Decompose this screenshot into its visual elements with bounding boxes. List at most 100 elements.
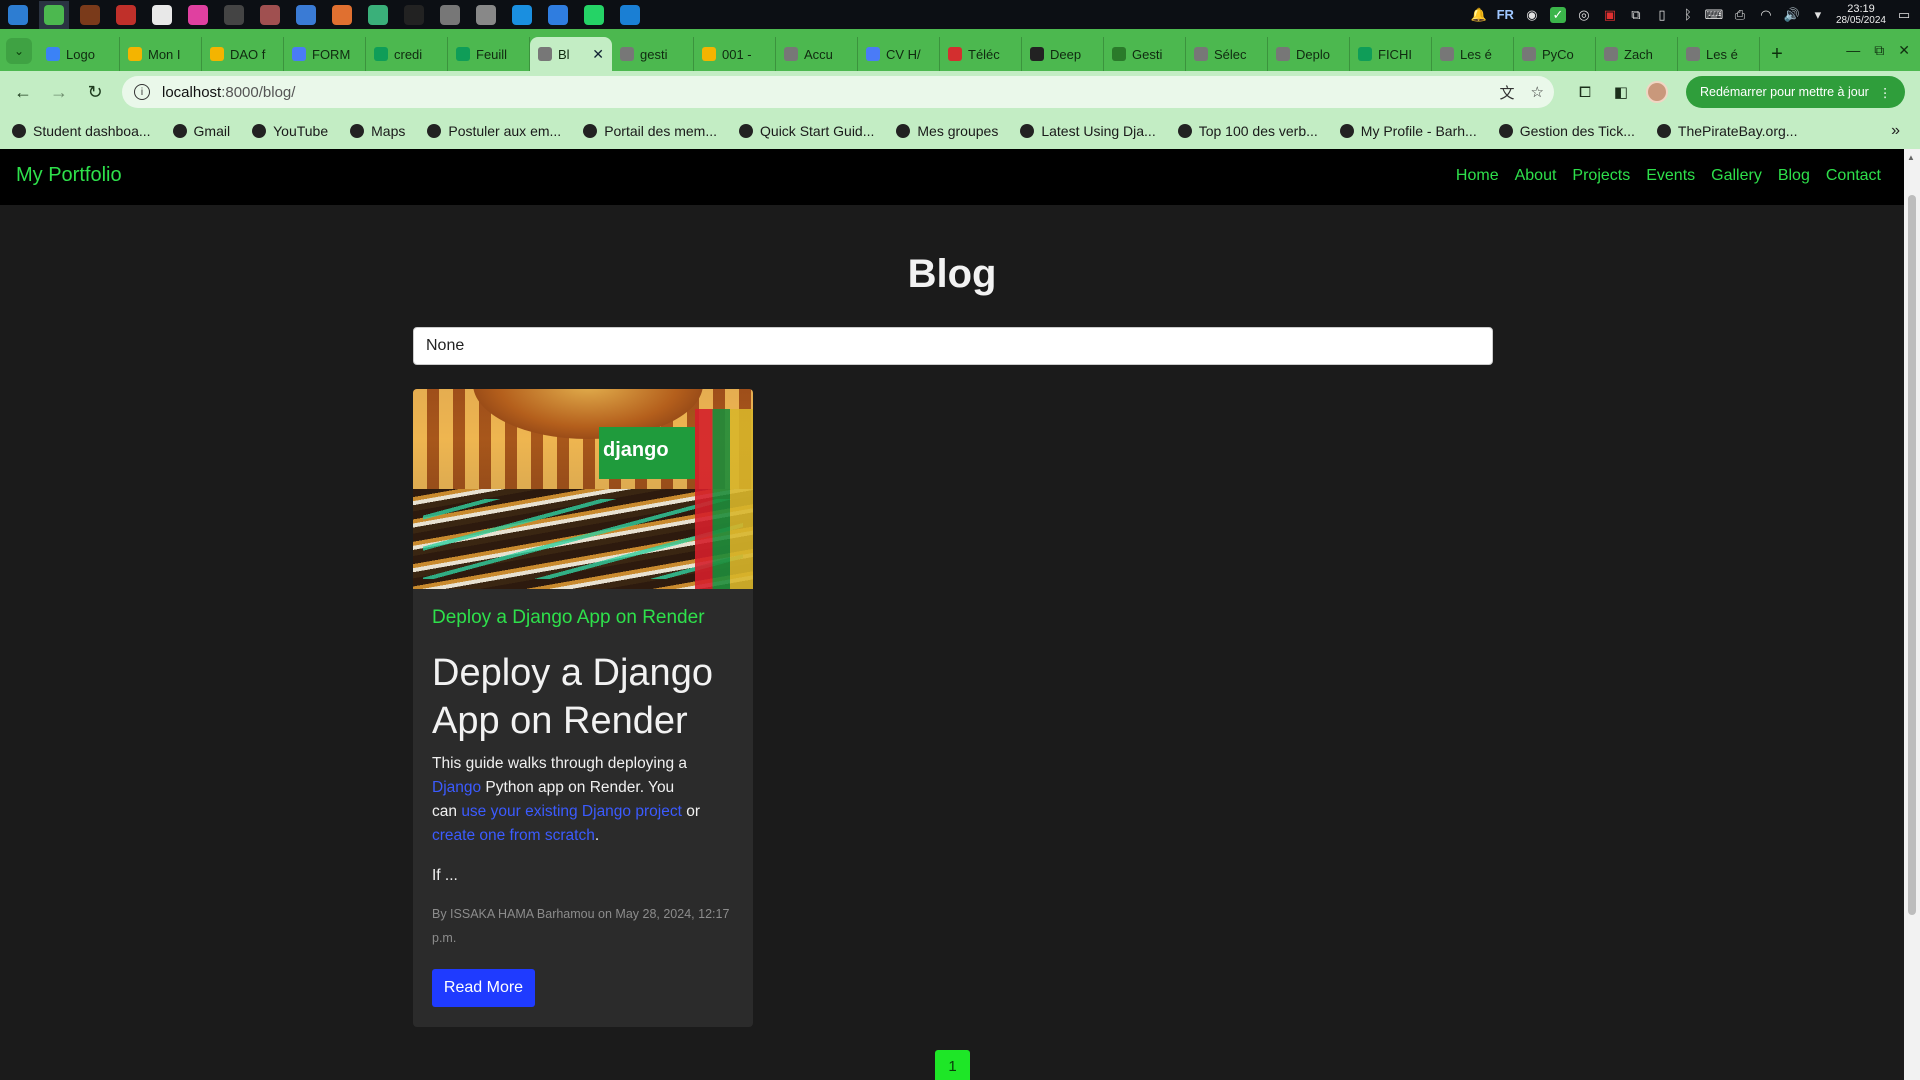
nav-link-home[interactable]: Home	[1456, 167, 1499, 185]
bookmark-item[interactable]: Gestion des Tick...	[1498, 123, 1635, 139]
check-tray-icon[interactable]: ✓	[1549, 6, 1566, 23]
address-bar[interactable]: i localhost:8000/blog/ ⽂ ☆	[122, 76, 1554, 108]
bookmark-item[interactable]: ThePirateBay.org...	[1656, 123, 1797, 139]
read-more-button[interactable]: Read More	[432, 969, 535, 1007]
bookmark-item[interactable]: Student dashboa...	[12, 123, 151, 139]
taskbar-app[interactable]	[615, 1, 645, 29]
reload-button[interactable]: ↻	[78, 75, 112, 109]
bookmark-item[interactable]: Maps	[350, 123, 405, 139]
nav-link-events[interactable]: Events	[1646, 167, 1695, 185]
taskbar-app[interactable]	[507, 1, 537, 29]
taskbar-app[interactable]	[75, 1, 105, 29]
update-button[interactable]: Redémarrer pour mettre à jour ⋮	[1686, 76, 1906, 108]
forward-button[interactable]: →	[42, 75, 76, 109]
bookmark-item[interactable]: Quick Start Guid...	[739, 123, 874, 139]
translate-icon[interactable]: ⽂	[1500, 82, 1515, 103]
browser-tab[interactable]: Deplo	[1268, 37, 1350, 71]
taskbar-app[interactable]	[39, 0, 69, 29]
app-tray-icon[interactable]: ◎	[1576, 7, 1592, 23]
scroll-up-icon[interactable]: ▲	[1907, 153, 1915, 162]
taskbar-app[interactable]	[327, 1, 357, 29]
new-tab-button[interactable]: +	[1760, 37, 1794, 71]
taskbar-app[interactable]	[435, 1, 465, 29]
browser-tab[interactable]: Téléc	[940, 37, 1022, 71]
bookmark-item[interactable]: YouTube	[252, 123, 328, 139]
keyboard-language[interactable]: FR	[1497, 7, 1514, 22]
site-brand[interactable]: My Portfolio	[16, 164, 122, 187]
browser-tab[interactable]: Sélec	[1186, 37, 1268, 71]
browser-tab[interactable]: Bl ✕	[530, 37, 612, 71]
create-from-scratch-link[interactable]: create one from scratch	[432, 827, 595, 844]
bookmark-star-icon[interactable]: ☆	[1531, 83, 1544, 101]
back-button[interactable]: ←	[6, 75, 40, 109]
nav-link-projects[interactable]: Projects	[1572, 167, 1630, 185]
taskbar-app[interactable]	[363, 1, 393, 29]
post-subtitle[interactable]: Deploy a Django App on Render	[432, 607, 705, 629]
chevron-down-icon[interactable]: ▾	[1810, 7, 1826, 23]
bookmark-item[interactable]: My Profile - Barh...	[1339, 123, 1477, 139]
close-tab-icon[interactable]: ✕	[592, 46, 604, 63]
printer-icon[interactable]: ⎙	[1732, 7, 1748, 23]
bookmark-item[interactable]: Top 100 des verb...	[1177, 123, 1318, 139]
profile-avatar[interactable]	[1646, 81, 1668, 103]
browser-tab[interactable]: FICHI	[1350, 37, 1432, 71]
django-link[interactable]: Django	[432, 779, 481, 796]
bookmark-item[interactable]: Latest Using Dja...	[1020, 123, 1156, 139]
bookmark-item[interactable]: Portail des mem...	[583, 123, 717, 139]
taskbar-app[interactable]	[291, 1, 321, 29]
taskbar-app[interactable]	[471, 1, 501, 29]
site-info-icon[interactable]: i	[134, 84, 150, 100]
page-scrollbar[interactable]: ▲	[1904, 149, 1920, 1080]
bookmark-item[interactable]: Gmail	[172, 123, 230, 139]
browser-tab[interactable]: DAO f	[202, 37, 284, 71]
browser-tab[interactable]: FORM	[284, 37, 366, 71]
volume-icon[interactable]: 🔊	[1784, 7, 1800, 23]
browser-tab[interactable]: gesti	[612, 37, 694, 71]
taskbar-app[interactable]	[111, 1, 141, 29]
clock[interactable]: 23:19 28/05/2024	[1836, 3, 1886, 26]
extensions-icon[interactable]: ⧠	[1574, 81, 1596, 103]
phone-tray-icon[interactable]: ▯	[1654, 7, 1670, 23]
notification-bell-icon[interactable]: 🔔	[1471, 7, 1487, 23]
browser-tab[interactable]: Mon I	[120, 37, 202, 71]
close-icon[interactable]: ✕	[1898, 42, 1910, 59]
nav-link-blog[interactable]: Blog	[1778, 167, 1810, 185]
browser-tab[interactable]: Zach	[1596, 37, 1678, 71]
browser-tab[interactable]: Accu	[776, 37, 858, 71]
browser-tab[interactable]: credi	[366, 37, 448, 71]
nav-link-contact[interactable]: Contact	[1826, 167, 1881, 185]
taskbar-app[interactable]	[147, 1, 177, 29]
browser-tab[interactable]: CV H/	[858, 37, 940, 71]
taskbar-app[interactable]	[255, 1, 285, 29]
windows-tray-icon[interactable]: ⧉	[1628, 7, 1644, 23]
nav-link-about[interactable]: About	[1515, 167, 1557, 185]
restore-icon[interactable]: ⧉	[1874, 42, 1884, 59]
pagination-page-1[interactable]: 1	[935, 1050, 970, 1080]
scrollbar-thumb[interactable]	[1908, 195, 1916, 915]
taskbar-app[interactable]	[3, 1, 33, 29]
bookmark-item[interactable]: Postuler aux em...	[427, 123, 561, 139]
browser-tab[interactable]: Deep	[1022, 37, 1104, 71]
side-panel-icon[interactable]: ◧	[1610, 81, 1632, 103]
tab-search-button[interactable]: ⌄	[6, 38, 32, 64]
browser-tab[interactable]: Les é	[1432, 37, 1514, 71]
show-desktop-icon[interactable]: ▭	[1896, 7, 1912, 23]
browser-tab[interactable]: PyCo	[1514, 37, 1596, 71]
taskbar-app[interactable]	[579, 1, 609, 29]
post-image[interactable]: django	[413, 389, 753, 589]
bookmark-item[interactable]: Mes groupes	[896, 123, 998, 139]
browser-tab[interactable]: Gesti	[1104, 37, 1186, 71]
nav-link-gallery[interactable]: Gallery	[1711, 167, 1762, 185]
minimize-icon[interactable]: —	[1846, 42, 1860, 58]
screen-tray-icon[interactable]: ▣	[1602, 7, 1618, 23]
taskbar-app[interactable]	[399, 1, 429, 29]
bookmarks-overflow-icon[interactable]: »	[1891, 113, 1900, 149]
existing-project-link[interactable]: use your existing Django project	[461, 803, 682, 820]
keyboard-icon[interactable]: ⌨	[1705, 7, 1724, 23]
browser-tab[interactable]: Les é	[1678, 37, 1760, 71]
browser-tab[interactable]: Logo	[38, 37, 120, 71]
taskbar-app[interactable]	[219, 1, 249, 29]
taskbar-app[interactable]	[183, 1, 213, 29]
wifi-icon[interactable]: ◠	[1758, 7, 1774, 23]
search-input[interactable]: None	[413, 327, 1493, 365]
